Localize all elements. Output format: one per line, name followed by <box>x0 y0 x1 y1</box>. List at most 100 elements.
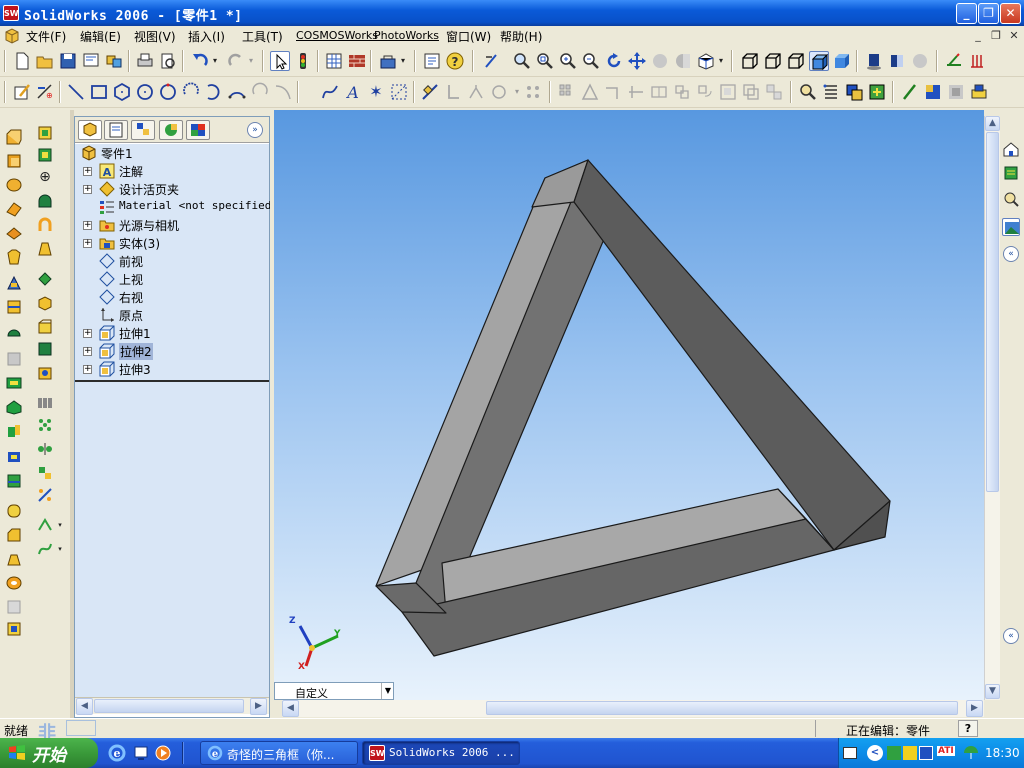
scroll-thumb[interactable] <box>94 699 244 713</box>
vertical-scroll-thumb[interactable] <box>986 132 999 492</box>
sphere-disabled-icon[interactable] <box>650 51 670 71</box>
options-grid-icon[interactable] <box>324 51 344 71</box>
parabola-disabled-icon[interactable] <box>273 82 293 102</box>
menu-edit[interactable]: 编辑(E) <box>80 28 121 45</box>
start-button[interactable]: 开始 <box>0 738 98 768</box>
doc-minimize-button[interactable]: _ <box>970 29 986 43</box>
view-orientation-icon[interactable] <box>696 51 716 71</box>
tree-root[interactable]: 零件1 <box>75 144 269 162</box>
lofted-cut-icon[interactable] <box>5 422 23 440</box>
tree-item-annotations[interactable]: + A 注解 <box>75 162 269 180</box>
section-view-icon[interactable] <box>673 51 693 71</box>
text-icon[interactable]: A <box>343 82 363 102</box>
sketch-icon[interactable] <box>12 82 32 102</box>
swept-cut-icon[interactable] <box>5 398 23 416</box>
scroll-left-icon[interactable]: ◀ <box>76 698 93 715</box>
tray-umbrella-icon[interactable] <box>963 745 979 761</box>
scale-disabled-icon[interactable] <box>5 598 23 616</box>
mold-tools-icon[interactable] <box>969 82 989 102</box>
show-desktop-icon[interactable] <box>132 744 150 762</box>
replace-face-icon[interactable] <box>36 318 54 336</box>
undo-dropdown-icon[interactable]: ▾ <box>210 51 220 71</box>
tree-item-right-plane[interactable]: 右视 <box>75 288 269 306</box>
circle-icon[interactable] <box>135 82 155 102</box>
circular-pattern-icon[interactable] <box>36 416 54 434</box>
surface-icon[interactable] <box>923 82 943 102</box>
hidden-lines-visible-icon[interactable] <box>763 51 783 71</box>
expand-icon[interactable]: + <box>83 239 92 248</box>
scroll-down-icon[interactable]: ▼ <box>985 684 1000 699</box>
menu-view[interactable]: 视图(V) <box>134 28 176 45</box>
convert-entities-disabled-icon[interactable] <box>580 82 600 102</box>
curves-icon[interactable] <box>900 82 920 102</box>
expand-icon[interactable]: + <box>83 329 92 338</box>
doc-close-button[interactable]: ✕ <box>1006 29 1022 43</box>
rebuild-icon[interactable] <box>293 51 313 71</box>
properties-icon[interactable] <box>422 51 442 71</box>
realview-icon[interactable] <box>887 51 907 71</box>
tree-item-design-binder[interactable]: + 设计活页夹 <box>75 180 269 198</box>
maximize-button[interactable]: ❐ <box>978 3 999 24</box>
draft-analysis-icon[interactable] <box>944 51 964 71</box>
photoworks-tab-icon[interactable] <box>159 120 183 140</box>
move-face-icon[interactable] <box>36 294 54 312</box>
tree-item-lights-cameras[interactable]: + 光源与相机 <box>75 216 269 234</box>
scroll-right-icon[interactable]: ▶ <box>250 698 267 715</box>
fillet-icon[interactable] <box>5 502 23 520</box>
curve-through-points-icon[interactable] <box>36 216 54 234</box>
feature-tree-empty-area[interactable] <box>75 382 269 697</box>
line-icon[interactable] <box>66 82 86 102</box>
menu-tools[interactable]: 工具(T) <box>242 28 283 45</box>
spline-icon[interactable] <box>320 82 340 102</box>
mirror-pattern-icon[interactable] <box>36 440 54 458</box>
expand-icon[interactable]: + <box>83 167 92 176</box>
chamfer-icon[interactable] <box>5 526 23 544</box>
fill-surface-icon[interactable] <box>36 364 54 382</box>
tree-item-extrude1[interactable]: + 拉伸1 <box>75 324 269 342</box>
shaded-icon[interactable] <box>832 51 852 71</box>
taskbar-item-browser[interactable]: e 奇怪的三角框（你... <box>200 741 358 765</box>
minimize-button[interactable]: _ <box>956 3 977 24</box>
scroll-up-icon[interactable]: ▲ <box>985 116 1000 131</box>
open-folder-icon[interactable] <box>35 51 55 71</box>
tray-network-icon[interactable] <box>903 746 917 760</box>
viewport-vertical-scrollbar[interactable]: ▲ ▼ <box>984 116 1000 700</box>
expand-icon[interactable]: + <box>83 347 92 356</box>
tree-horizontal-scrollbar[interactable]: ◀ ▶ <box>75 697 269 715</box>
zoom-to-selection-icon[interactable] <box>581 51 601 71</box>
spline-curve-icon[interactable] <box>36 540 54 558</box>
clock[interactable]: 18:30 <box>985 746 1020 760</box>
tree-list-icon[interactable] <box>821 82 841 102</box>
intersection-curve-disabled-icon[interactable] <box>603 82 623 102</box>
tree-item-top-plane[interactable]: 上视 <box>75 270 269 288</box>
find-icon[interactable] <box>798 82 818 102</box>
zoom-in-out-icon[interactable] <box>558 51 578 71</box>
extruded-cut-disabled-icon[interactable] <box>5 350 23 368</box>
menu-cosmosworks[interactable]: COSMOSWorks <box>296 29 378 42</box>
sheetmetal-disabled-icon[interactable] <box>946 82 966 102</box>
propertymanager-tab-icon[interactable] <box>104 120 128 140</box>
configurationmanager-tab-icon[interactable] <box>131 120 155 140</box>
wrap-icon[interactable] <box>5 298 23 316</box>
print-preview-icon[interactable] <box>158 51 178 71</box>
rectangle-icon[interactable] <box>89 82 109 102</box>
sketch-pattern-icon[interactable] <box>36 486 54 504</box>
reference-geometry-icon[interactable] <box>867 82 887 102</box>
hole-wizard-icon[interactable] <box>5 574 23 592</box>
dome-icon[interactable] <box>5 322 23 340</box>
dropdown-arrow-icon[interactable]: ▼ <box>381 683 394 699</box>
print-icon[interactable] <box>135 51 155 71</box>
assembly-component-icon[interactable] <box>844 82 864 102</box>
revolved-boss-icon[interactable] <box>5 152 23 170</box>
menu-file[interactable]: 文件(F) <box>26 28 66 45</box>
centerline-icon[interactable] <box>389 82 409 102</box>
tree-item-front-plane[interactable]: 前视 <box>75 252 269 270</box>
quick-tips-help-icon[interactable]: ? <box>958 720 978 737</box>
rotate-view-icon[interactable] <box>604 51 624 71</box>
perimeter-circle-icon[interactable] <box>158 82 178 102</box>
revolved-cut-icon[interactable] <box>5 374 23 392</box>
indent-icon[interactable] <box>5 620 23 638</box>
tray-expand-icon[interactable]: < <box>867 745 883 761</box>
expand-icon[interactable]: + <box>83 185 92 194</box>
polygon-icon[interactable] <box>112 82 132 102</box>
